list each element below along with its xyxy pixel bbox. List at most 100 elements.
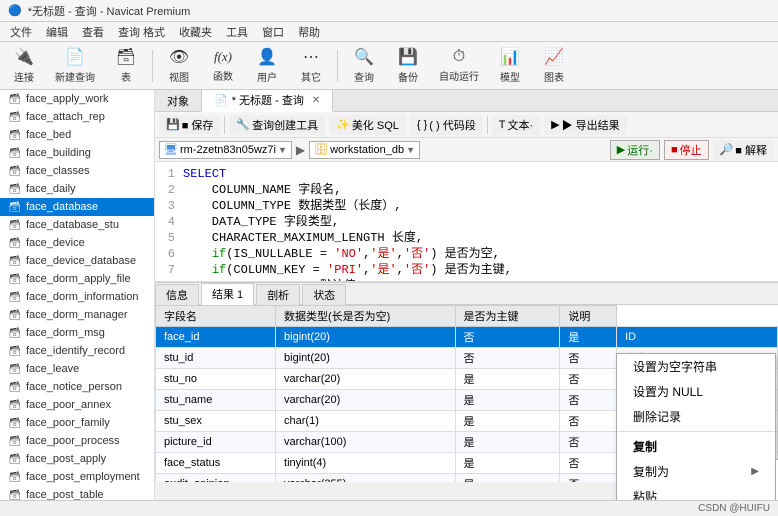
save-button[interactable]: 💾 ■ 保存 [159,115,220,135]
sidebar-item-face_device[interactable]: 🗃face_device [0,234,154,252]
view-button[interactable]: 👁 视图 [159,46,199,86]
tab-query[interactable]: 📄 * 无标题 - 查询 ✕ [202,90,333,112]
table-icon: 🗃 [8,470,22,484]
ctx-set-null[interactable]: 设置为 NULL [617,379,775,404]
sidebar-item-face_dorm_manager[interactable]: 🗃face_dorm_manager [0,306,154,324]
tab-close-icon[interactable]: ✕ [312,95,320,106]
table-cell: bigint(20) [276,327,456,348]
ctx-copy[interactable]: 复制 [617,434,775,459]
tab-bar: 对象 📄 * 无标题 - 查询 ✕ [155,90,778,112]
function-button[interactable]: f(x) 函数 [203,46,243,86]
table-cell: 是 [455,369,560,390]
sidebar-item-face_database[interactable]: 🗃face_database [0,198,154,216]
sidebar-item-face_dorm_apply_file[interactable]: 🗃face_dorm_apply_file [0,270,154,288]
ctx-paste[interactable]: 粘贴 [617,484,775,500]
sidebar-item-face_apply_work[interactable]: 🗃face_apply_work [0,90,154,108]
backup-button[interactable]: 💾 备份 [388,46,428,86]
menu-file[interactable]: 文件 [4,24,38,39]
menu-tools[interactable]: 工具 [220,24,254,39]
ctx-copy-as[interactable]: 复制为 ▶ Insert 语句 Update 语句 [617,459,775,484]
autorun-button[interactable]: ⏱ 自动运行 [432,46,486,86]
sidebar-item-face_notice_person[interactable]: 🗃face_notice_person [0,378,154,396]
export-button[interactable]: ▶ ▶ 导出结果 [544,115,627,135]
other-button[interactable]: ⋯ 其它 [291,46,331,86]
table-icon: 🗃 [115,47,137,67]
beautify-label: 美化 SQL [352,117,399,133]
user-button[interactable]: 👤 用户 [247,46,287,86]
sidebar-item-face_poor_process[interactable]: 🗃face_poor_process [0,432,154,450]
run-button[interactable]: ▶ 运行· [610,140,660,160]
model-button[interactable]: 📊 模型 [490,46,530,86]
other-label: 其它 [301,69,321,84]
sidebar-item-face_identify_record[interactable]: 🗃face_identify_record [0,342,154,360]
result-tab-result[interactable]: 结果 1 [201,283,254,305]
chart-icon: 📈 [543,47,565,67]
view-icon: 👁 [168,47,190,67]
ctx-set-empty[interactable]: 设置为空字符串 [617,354,775,379]
menu-query-format[interactable]: 查询 格式 [112,24,171,39]
sidebar-item-face_bed[interactable]: 🗃face_bed [0,126,154,144]
stop-button[interactable]: ■ 停止 [664,140,709,160]
sql-line: 7 if(COLUMN_KEY = 'PRI','是','否') 是否为主键, [159,262,774,278]
connection-select[interactable]: 🖥 rm-2zetn83n05wz7i ▼ [159,141,292,159]
sidebar-item-face_poor_annex[interactable]: 🗃face_poor_annex [0,396,154,414]
code-snippet-button[interactable]: { } ( ) 代码段 [410,115,483,135]
sidebar-item-label: face_post_employment [26,471,140,483]
result-tab-status[interactable]: 状态 [302,284,346,305]
result-tab-info[interactable]: 信息 [155,284,199,305]
status-text: CSDN @HUIFU [698,503,770,514]
table-cell: 否 [560,432,617,453]
column-header[interactable]: 字段名 [156,306,276,327]
table-button[interactable]: 🗃 表 [106,46,146,86]
table-cell: 否 [560,390,617,411]
table-cell: tinyint(4) [276,453,456,474]
ctx-delete[interactable]: 删除记录 [617,404,775,429]
tab-object[interactable]: 对象 [155,90,202,112]
app-icon: 🔵 [8,4,22,17]
text-button[interactable]: T 文本· [492,115,540,135]
database-select[interactable]: 🗄 workstation_db ▼ [309,141,420,159]
sidebar-item-label: face_database_stu [26,219,119,231]
sql-editor[interactable]: 1SELECT2 COLUMN_NAME 字段名,3 COLUMN_TYPE 数… [155,162,778,282]
user-label: 用户 [257,69,277,84]
table-icon: 🗃 [8,182,22,196]
menu-view[interactable]: 查看 [76,24,110,39]
query-button[interactable]: 🔍 查询 [344,46,384,86]
export-icon: ▶ [551,118,559,131]
table-cell: 是 [455,390,560,411]
autorun-icon: ⏱ [448,48,470,66]
sidebar-item-face_dorm_information[interactable]: 🗃face_dorm_information [0,288,154,306]
sidebar-item-face_dorm_msg[interactable]: 🗃face_dorm_msg [0,324,154,342]
conn-arrow-icon: ▶ [296,143,305,157]
sidebar-item-face_poor_family[interactable]: 🗃face_poor_family [0,414,154,432]
sidebar-item-face_attach_rep[interactable]: 🗃face_attach_rep [0,108,154,126]
column-header[interactable]: 说明 [560,306,617,327]
sidebar-item-face_database_stu[interactable]: 🗃face_database_stu [0,216,154,234]
menu-favorites[interactable]: 收藏夹 [173,24,218,39]
column-header[interactable]: 是否为主键 [455,306,560,327]
connect-button[interactable]: 🔌 连接 [4,46,44,86]
sidebar-item-face_building[interactable]: 🗃face_building [0,144,154,162]
sidebar-item-face_leave[interactable]: 🗃face_leave [0,360,154,378]
explain-button[interactable]: 🔎 ■ 解释 [713,140,774,160]
menu-window[interactable]: 窗口 [256,24,290,39]
sidebar-item-face_post_apply[interactable]: 🗃face_post_apply [0,450,154,468]
menu-bar: 文件 编辑 查看 查询 格式 收藏夹 工具 窗口 帮助 [0,22,778,42]
sidebar-item-face_daily[interactable]: 🗃face_daily [0,180,154,198]
table-icon: 🗃 [8,380,22,394]
sidebar-item-label: face_attach_rep [26,111,105,123]
column-header[interactable]: 数据类型(长是否为空) [276,306,456,327]
table-row[interactable]: face_idbigint(20)否是ID [156,327,778,348]
sidebar-item-face_post_employment[interactable]: 🗃 face_post_employment [0,468,154,486]
new-query-button[interactable]: 📄 新建查询 [48,46,102,86]
result-tab-profile[interactable]: 剖析 [256,284,300,305]
beautify-button[interactable]: ✨ 美化 SQL [329,115,406,135]
sidebar-item-face_post_table[interactable]: 🗃face_post_table [0,486,154,500]
menu-edit[interactable]: 编辑 [40,24,74,39]
sidebar-item-face_device_database[interactable]: 🗃face_device_database [0,252,154,270]
query-builder-button[interactable]: 🔧 查询创建工具 [229,115,325,135]
sidebar-item-face_classes[interactable]: 🗃face_classes [0,162,154,180]
menu-help[interactable]: 帮助 [292,24,326,39]
table-icon: 🗃 [8,290,22,304]
chart-button[interactable]: 📈 图表 [534,46,574,86]
